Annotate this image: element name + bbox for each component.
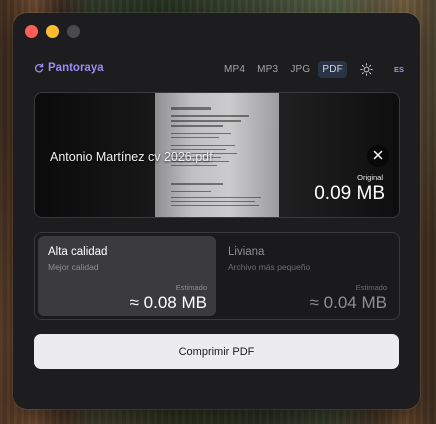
format-mp3[interactable]: MP3 <box>253 61 282 78</box>
sun-icon[interactable] <box>357 59 377 79</box>
option-high-quality[interactable]: Alta calidad Mejor calidad Estimado ≈ 0.… <box>38 236 216 316</box>
app-brand: Pantoraya <box>34 62 104 74</box>
estimate-label: Estimado <box>175 283 207 292</box>
language-toggle[interactable]: ES <box>391 62 407 77</box>
option-subtitle: Mejor calidad <box>48 262 99 272</box>
app-name: Pantoraya <box>48 62 104 74</box>
format-selector: MP4 MP3 JPG PDF ES <box>220 59 407 79</box>
zoom-window-button[interactable] <box>67 25 80 38</box>
original-label: Original <box>357 173 383 182</box>
format-pdf[interactable]: PDF <box>318 60 347 78</box>
estimate-label: Estimado <box>355 283 387 292</box>
refresh-icon <box>34 63 44 73</box>
format-mp4[interactable]: MP4 <box>220 61 249 78</box>
option-title: Alta calidad <box>48 246 108 258</box>
file-card: Antonio Martínez cv 2026.pdf Original 0.… <box>34 92 400 218</box>
compress-pdf-button[interactable]: Comprimir PDF <box>34 334 399 369</box>
close-window-button[interactable] <box>25 25 38 38</box>
option-light[interactable]: Liviana Archivo más pequeño Estimado ≈ 0… <box>218 236 396 316</box>
file-name: Antonio Martínez cv 2026.pdf <box>50 150 213 164</box>
estimated-size: ≈ 0.04 MB <box>309 293 387 312</box>
option-title: Liviana <box>228 246 265 258</box>
format-jpg[interactable]: JPG <box>286 61 314 78</box>
minimize-window-button[interactable] <box>46 25 59 38</box>
option-subtitle: Archivo más pequeño <box>228 262 311 272</box>
estimated-size: ≈ 0.08 MB <box>129 293 207 312</box>
quality-options: Alta calidad Mejor calidad Estimado ≈ 0.… <box>34 232 400 320</box>
window-controls <box>25 25 80 38</box>
remove-file-button[interactable] <box>367 145 389 167</box>
original-size: 0.09 MB <box>314 183 385 204</box>
app-window: Pantoraya MP4 MP3 JPG PDF ES Antonio Mar… <box>13 13 420 409</box>
close-icon <box>373 147 383 165</box>
